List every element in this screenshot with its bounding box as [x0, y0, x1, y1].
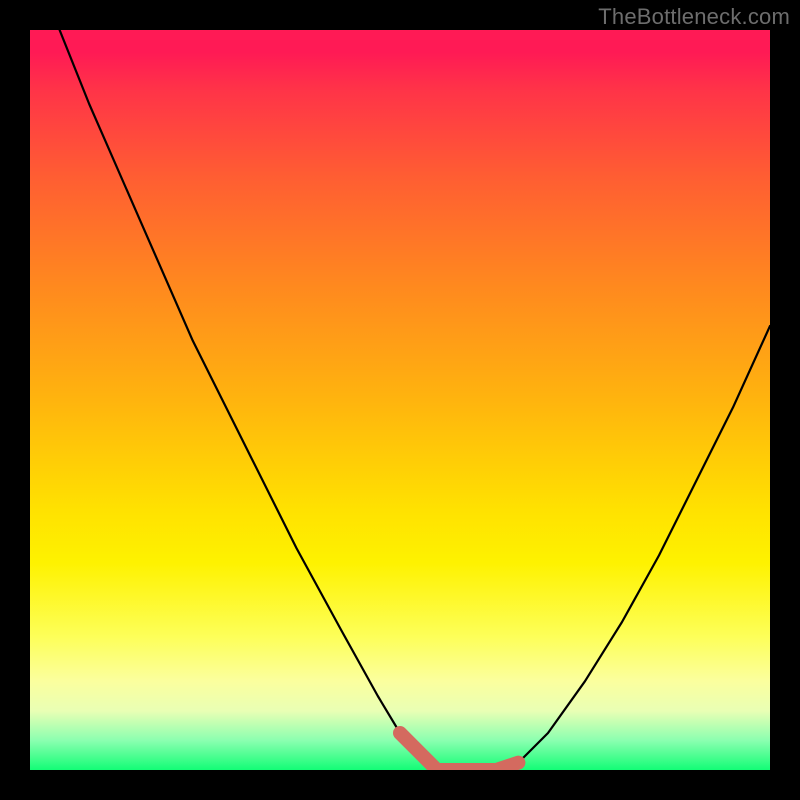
curve-line [60, 30, 770, 770]
flat-segment-line [400, 733, 518, 770]
plot-area [30, 30, 770, 770]
chart-frame: TheBottleneck.com [0, 0, 800, 800]
curve-svg [30, 30, 770, 770]
watermark-label: TheBottleneck.com [598, 4, 790, 30]
